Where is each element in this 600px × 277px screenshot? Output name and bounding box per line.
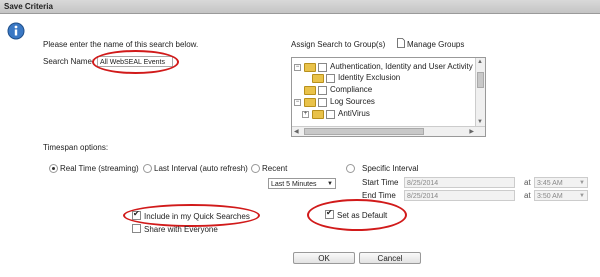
scrollbar-thumb[interactable]: [304, 128, 424, 135]
collapse-icon[interactable]: −: [294, 64, 301, 71]
tree-checkbox[interactable]: [318, 98, 327, 107]
scroll-left-icon[interactable]: ◀: [294, 128, 299, 135]
start-at-label: at: [524, 178, 531, 187]
scroll-down-icon[interactable]: ▼: [477, 119, 483, 125]
end-time-select[interactable]: 3:50 AM ▼: [534, 190, 588, 201]
radio-realtime[interactable]: [49, 164, 58, 173]
tree-item-label: Identity Exclusion: [338, 73, 401, 82]
start-time-label: Start Time: [362, 178, 399, 187]
recent-select[interactable]: Last 5 Minutes ▼: [268, 178, 336, 189]
tree-checkbox[interactable]: [318, 63, 327, 72]
tree-checkbox[interactable]: [326, 110, 335, 119]
collapse-icon[interactable]: −: [294, 99, 301, 106]
radio-last-interval[interactable]: [143, 164, 152, 173]
recent-label: Recent: [262, 164, 288, 173]
scroll-right-icon[interactable]: ▶: [469, 128, 474, 135]
tree-item-label: AntiVirus: [338, 109, 370, 118]
end-date-input[interactable]: 8/25/2014: [404, 190, 515, 201]
ok-button[interactable]: OK: [293, 252, 355, 264]
share-checkbox[interactable]: [132, 224, 141, 233]
folder-icon: [312, 110, 324, 119]
folder-icon: [304, 63, 316, 72]
recent-select-value: Last 5 Minutes: [271, 181, 317, 188]
tree-checkbox[interactable]: [326, 74, 335, 83]
timespan-label: Timespan options:: [43, 143, 109, 152]
end-time-value: 3:50 AM: [537, 193, 563, 200]
search-name-label: Search Name:: [43, 57, 95, 66]
tree-vertical-scrollbar[interactable]: ▲ ▼: [475, 58, 485, 126]
share-label: Share with Everyone: [144, 225, 218, 234]
start-time-select[interactable]: 3:45 AM ▼: [534, 177, 588, 188]
scroll-up-icon[interactable]: ▲: [477, 59, 483, 65]
end-at-label: at: [524, 191, 531, 200]
dialog-title: Save Criteria: [4, 2, 53, 11]
document-icon: [397, 38, 405, 48]
annotation-circle-search-name: [92, 50, 179, 74]
start-time-value: 3:45 AM: [537, 180, 563, 187]
folder-icon: [304, 86, 316, 95]
last-interval-label: Last Interval (auto refresh): [154, 164, 248, 173]
start-date-input[interactable]: 8/25/2014: [404, 177, 515, 188]
radio-recent[interactable]: [251, 164, 260, 173]
info-icon: [7, 22, 25, 40]
tree-checkbox[interactable]: [318, 86, 327, 95]
tree-item-label: Log Sources: [330, 97, 375, 106]
realtime-label: Real Time (streaming): [60, 164, 139, 173]
scrollbar-thumb[interactable]: [477, 72, 484, 88]
dropdown-arrow-icon[interactable]: ▼: [579, 178, 585, 189]
dropdown-arrow-icon[interactable]: ▼: [327, 179, 333, 190]
cancel-button[interactable]: Cancel: [359, 252, 421, 264]
annotation-circle-quick-searches: [123, 204, 260, 227]
radio-specific-interval[interactable]: [346, 164, 355, 173]
tree-item-label: Authentication, Identity and User Activi…: [330, 62, 473, 71]
annotation-circle-set-default: [307, 199, 407, 231]
tree-item-label: Compliance: [330, 85, 373, 94]
groups-tree[interactable]: − Authentication, Identity and User Acti…: [291, 57, 486, 137]
dropdown-arrow-icon[interactable]: ▼: [579, 191, 585, 202]
dialog-titlebar: Save Criteria: [0, 0, 600, 14]
manage-groups-label: Manage Groups: [407, 40, 465, 49]
tree-horizontal-scrollbar[interactable]: ◀ ▶: [292, 126, 485, 136]
expand-icon[interactable]: +: [302, 111, 309, 118]
instructions-text: Please enter the name of this search bel…: [43, 40, 199, 49]
folder-icon: [312, 74, 324, 83]
assign-groups-label: Assign Search to Group(s): [291, 40, 386, 49]
folder-icon: [304, 98, 316, 107]
specific-interval-label: Specific Interval: [362, 164, 419, 173]
